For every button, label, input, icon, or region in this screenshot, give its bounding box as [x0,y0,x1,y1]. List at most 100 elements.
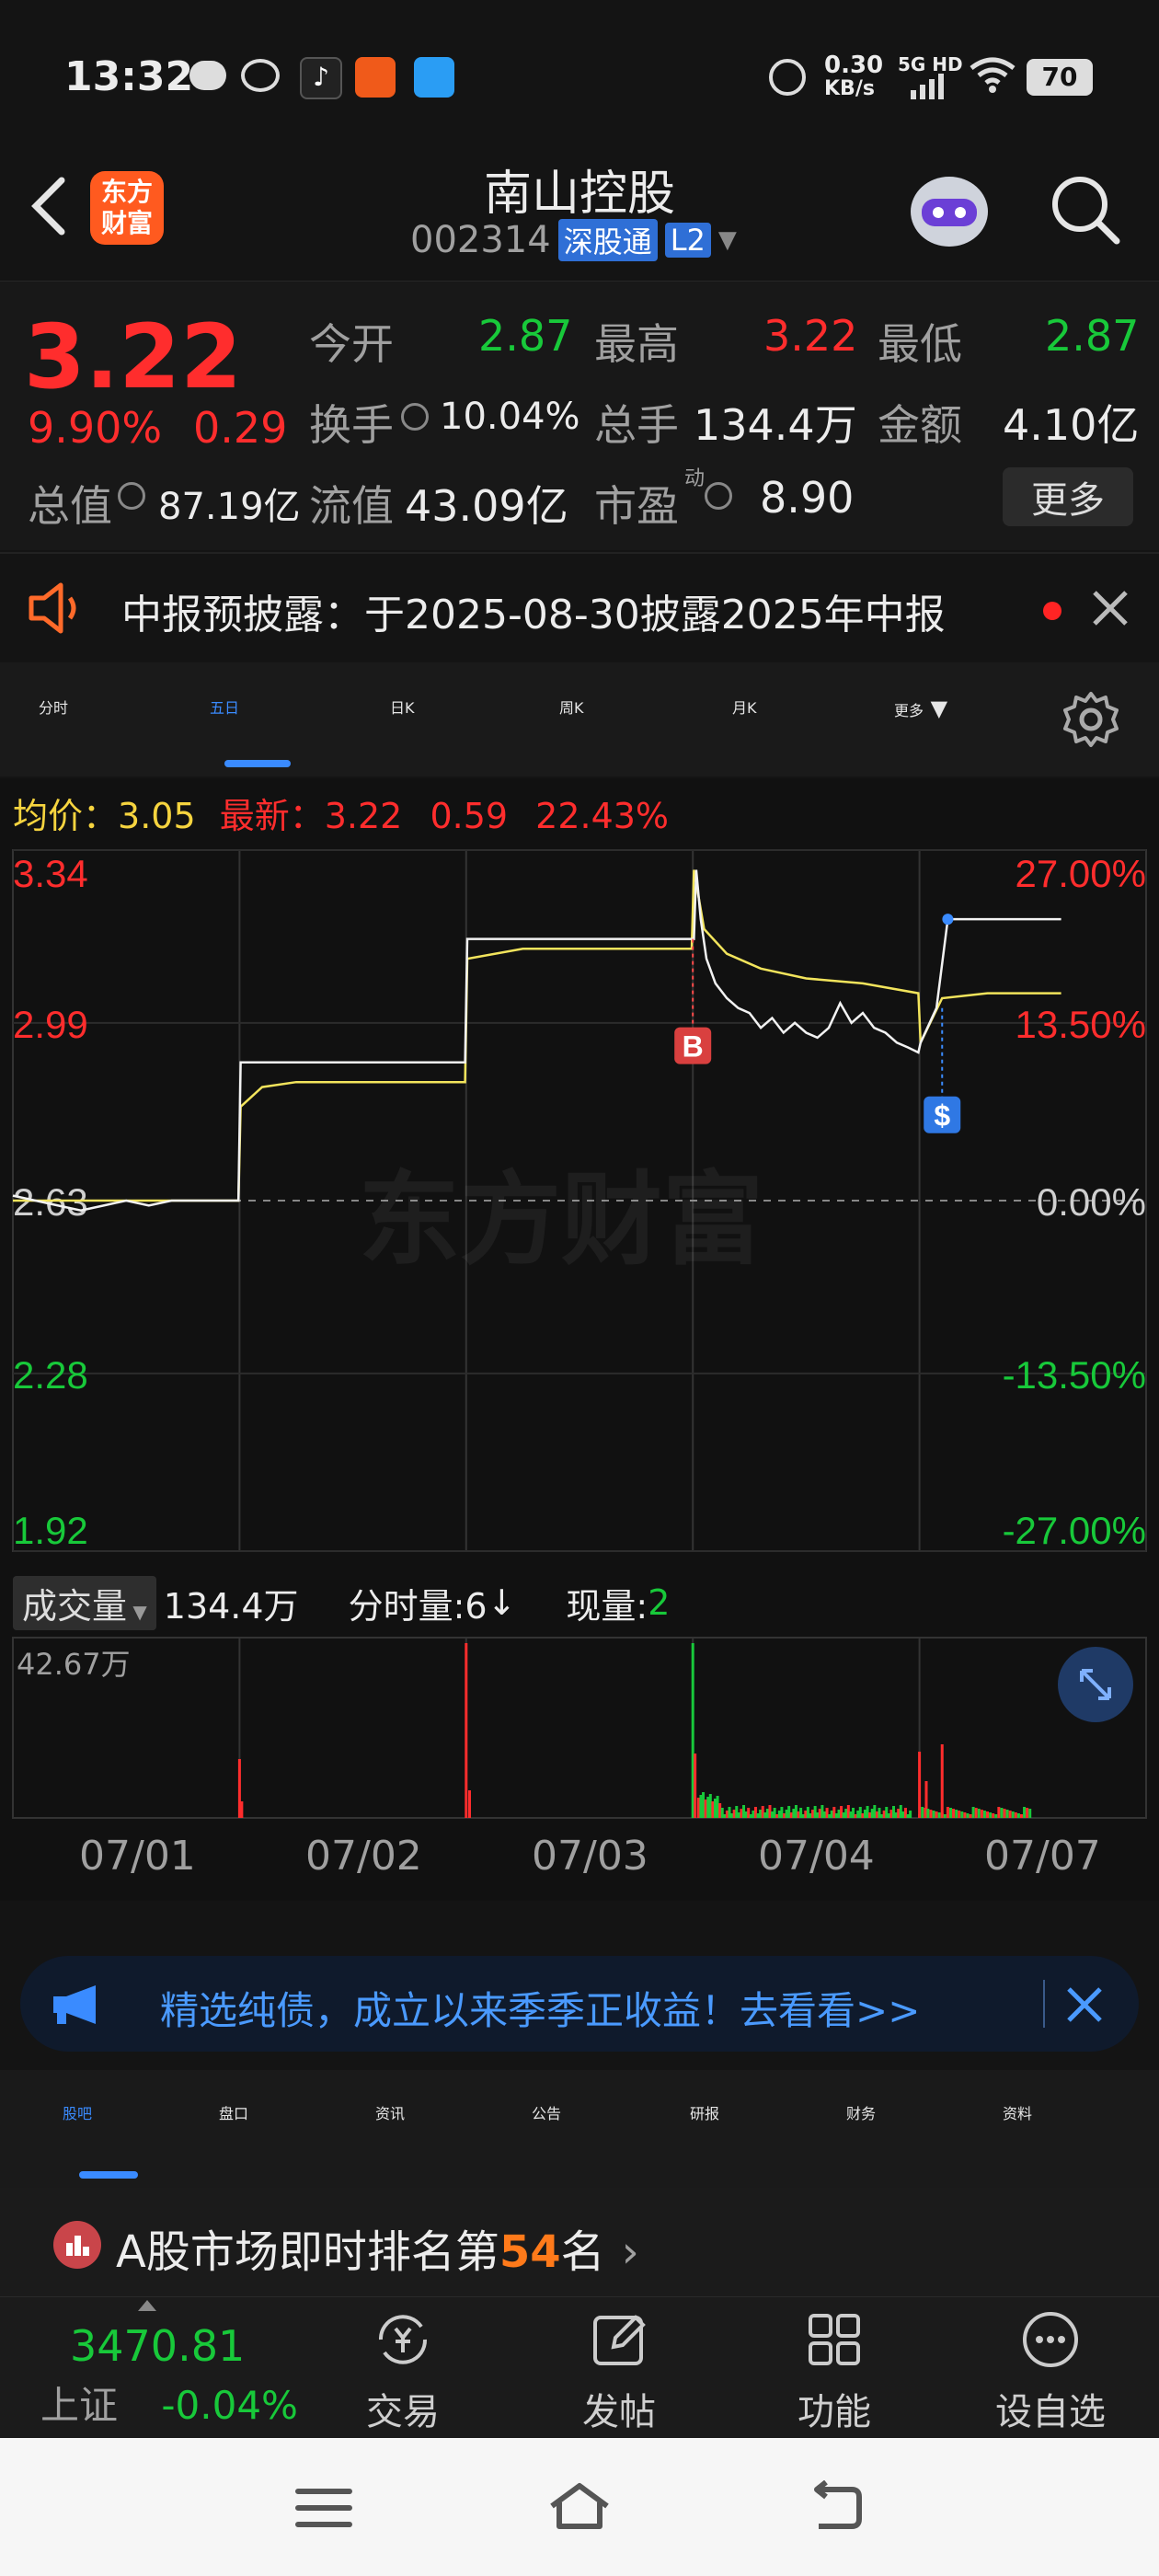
volume-bar [240,1801,244,1818]
tab-weekly-k[interactable]: 周K [559,696,584,718]
tab-more[interactable]: 更多 ▼ [894,696,947,721]
nav-trade[interactable]: 交易 [339,2306,467,2435]
open-value: 2.87 [478,311,573,361]
back-nav-button[interactable] [806,2479,865,2536]
volume-bar [742,1805,746,1818]
latest-change: 0.59 [430,796,509,836]
volume-bar [974,1808,978,1818]
volume-bar [1019,1814,1023,1818]
volume-bar [694,1754,697,1818]
open-label: 今开 [309,319,394,369]
volume-bar [782,1813,786,1818]
volume-frame [12,1637,1147,1819]
volume-bar [749,1814,752,1818]
volume-bar [794,1805,798,1818]
tab-pankou[interactable]: 盘口 [219,2101,248,2123]
low-value: 2.87 [1045,311,1140,361]
close-promo-button[interactable] [1063,1984,1106,2026]
info-icon[interactable] [705,482,732,510]
volume-bar [868,1812,872,1818]
info-icon[interactable] [118,482,145,510]
battery-icon: 70 [1027,59,1093,96]
index-widget[interactable]: 3470.81 [70,2321,245,2371]
volume-bar [1028,1809,1032,1818]
volume-bar [952,1809,956,1818]
y-axis-right-label: 0.00% [1037,1180,1146,1224]
x-axis-label: 07/01 [79,1833,196,1880]
volume-bar [980,1810,983,1818]
expand-chart-button[interactable] [1058,1647,1133,1722]
tab-monthly-k[interactable]: 月K [732,696,757,718]
volume-bar [804,1811,808,1818]
volume-bar [926,1809,930,1818]
volume-bar [737,1812,740,1818]
volume-bar [780,1807,784,1818]
volume-bar [940,1813,944,1818]
info-icon[interactable] [401,403,429,431]
tab-daily-k[interactable]: 日K [390,696,415,718]
high-value: 3.22 [763,311,858,361]
volume-bar [818,1809,821,1818]
latest-pct: 22.43% [535,796,670,836]
nav-label: 功能 [798,2391,871,2433]
volume-legend: 成交量 ▼ 134.4万 分时量:6 ↓ 现量: 2 [13,1575,670,1630]
grid-icon [809,2314,860,2365]
index-info[interactable]: 上证 -0.04% [40,2375,298,2431]
more-button[interactable]: 更多 [1003,467,1133,526]
volume-bar [706,1797,710,1818]
promo-banner[interactable]: 精选纯债，成立以来季季正收益！去看看>> [20,1956,1139,2052]
gear-icon [1063,692,1119,747]
volume-bar [735,1806,739,1818]
tab-five-day[interactable]: 五日 [210,696,239,718]
tab-intraday[interactable]: 分时 [39,696,68,718]
volume-bar [856,1811,860,1818]
rank-banner[interactable]: A股市场即时排名第54名 › [0,2188,1159,2296]
volume-bar [887,1813,890,1818]
y-axis-left-label: 2.99 [13,1003,88,1046]
volume-bar [846,1805,850,1818]
stock-header: 东方 财富 南山控股 002314 深股通 L2 ▼ [0,147,1159,281]
telegram-icon [414,57,454,98]
volume-bar [858,1807,862,1818]
tick-volume-label: 分时量:6 [348,1585,488,1627]
nav-add-watchlist[interactable]: 设自选 [986,2306,1115,2435]
volume-bar [799,1808,803,1818]
five-day-chart[interactable]: 均价：3.05 最新：3.22 0.59 22.43% 3.34 27.00% 2.… [0,778,1159,1901]
latest-value: 3.22 [324,796,403,836]
volume-selector[interactable]: 成交量 ▼ [13,1575,156,1630]
nav-post[interactable]: 发帖 [555,2306,683,2435]
tab-guba[interactable]: 股吧 [63,2101,92,2123]
volume-bar [837,1810,841,1818]
volume-bar [702,1792,706,1818]
volume-bar [924,1808,927,1818]
menu-button[interactable] [294,2484,353,2532]
home-button[interactable] [546,2480,613,2536]
notice-bar[interactable]: 中报预披露：于2025-08-30披露2025年中报 [0,552,1159,664]
volume-bar [903,1808,907,1818]
trade-icon [378,2315,428,2364]
volume-bar [892,1806,896,1818]
volume-bar [708,1794,712,1818]
nav-functions[interactable]: 功能 [770,2306,899,2435]
search-button[interactable] [1047,171,1124,248]
tab-news[interactable]: 资讯 [375,2101,405,2123]
volume-bar [785,1810,788,1818]
rank-suffix: 名 [560,2226,605,2278]
volume-bar [894,1812,898,1818]
tab-profile[interactable]: 资料 [1003,2101,1032,2123]
expand-icon [1080,1669,1111,1700]
volume-chart-svg[interactable] [0,1634,1159,1827]
watermark: 东方财富 [359,1161,763,1279]
chart-settings-button[interactable] [1061,690,1120,749]
close-notice-button[interactable] [1089,587,1131,629]
volume-bar [820,1805,824,1818]
stock-code-row[interactable]: 002314 深股通 L2 ▼ [410,217,737,263]
tab-finance[interactable]: 财务 [846,2101,876,2123]
tab-research[interactable]: 研报 [690,2101,719,2123]
volume-bar [834,1813,838,1818]
volume-bar [744,1811,748,1818]
robot-assistant-icon[interactable] [903,164,995,256]
high-label: 最高 [594,319,679,369]
volume-bar [773,1808,776,1818]
tab-announcement[interactable]: 公告 [532,2101,561,2123]
